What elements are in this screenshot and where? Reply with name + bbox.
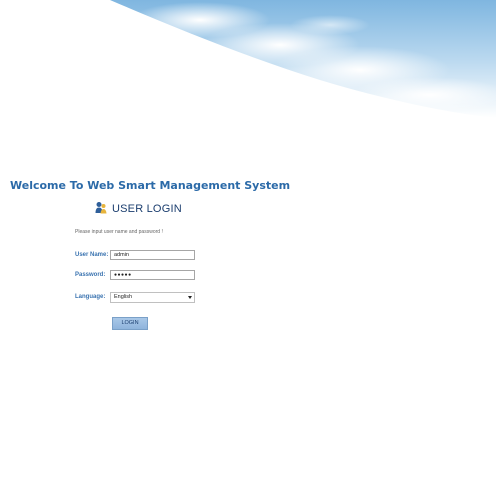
username-label: User Name: [75, 252, 109, 258]
login-heading: USER LOGIN [94, 200, 182, 215]
user-icon [94, 200, 108, 214]
login-button[interactable]: LOGIN [112, 317, 148, 330]
chevron-down-icon[interactable] [188, 296, 192, 299]
page-title: Welcome To Web Smart Management System [10, 179, 291, 192]
language-select-value: English [114, 294, 133, 300]
language-select[interactable]: English [110, 292, 195, 303]
sky-banner [0, 0, 496, 130]
language-label: Language: [75, 294, 106, 300]
login-prompt: Please input user name and password ! [75, 229, 163, 235]
login-heading-label: USER LOGIN [112, 203, 182, 215]
username-input[interactable]: admin [110, 250, 195, 260]
login-page: Welcome To Web Smart Management System U… [0, 0, 496, 490]
password-label: Password: [75, 272, 106, 278]
password-input[interactable]: ●●●●● [110, 270, 195, 280]
